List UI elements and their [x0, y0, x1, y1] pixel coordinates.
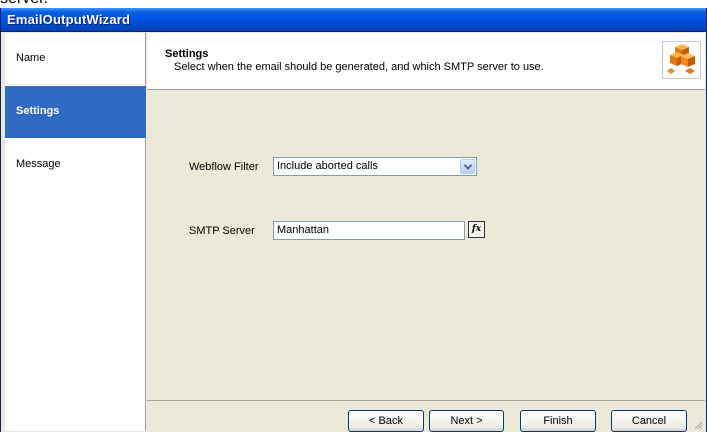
wizard-window: EmailOutputWizard Name Settings Message … — [0, 8, 707, 432]
smtp-server-label: SMTP Server — [189, 225, 255, 237]
boxes-icon — [662, 41, 701, 79]
sidebar-item-label: Name — [16, 52, 46, 64]
wizard-steps-sidebar: Name Settings Message — [5, 33, 146, 431]
clipped-caption-text: server. — [0, 0, 48, 8]
window-title: EmailOutputWizard — [7, 12, 131, 27]
resize-grip-icon[interactable] — [693, 420, 703, 430]
webflow-filter-dropdown[interactable]: Include aborted calls — [273, 157, 477, 176]
page-header: Settings Select when the email should be… — [147, 33, 705, 90]
settings-panel: Webflow Filter Include aborted calls SMT… — [147, 91, 705, 400]
sidebar-item-label: Message — [16, 158, 61, 170]
dropdown-button[interactable] — [460, 159, 475, 174]
next-button[interactable]: Next > — [429, 410, 504, 432]
sidebar-item-message[interactable]: Message — [5, 139, 146, 191]
wizard-footer: < Back Next > Finish Cancel — [147, 400, 705, 432]
webflow-filter-value: Include aborted calls — [277, 160, 378, 172]
title-bar[interactable]: EmailOutputWizard — [1, 8, 706, 32]
sidebar-item-settings[interactable]: Settings — [5, 86, 146, 138]
chevron-down-icon — [464, 164, 472, 170]
smtp-server-value: Manhattan — [277, 224, 329, 236]
fx-function-button[interactable]: fx — [468, 221, 485, 238]
page-title: Settings — [165, 48, 209, 60]
cancel-button[interactable]: Cancel — [611, 410, 687, 432]
sidebar-item-label: Settings — [16, 105, 60, 117]
smtp-server-input[interactable]: Manhattan — [273, 221, 465, 240]
page-subtitle: Select when the email should be generate… — [174, 61, 544, 73]
webflow-filter-label: Webflow Filter — [189, 161, 259, 173]
finish-button[interactable]: Finish — [520, 410, 596, 432]
back-button[interactable]: < Back — [348, 410, 424, 432]
sidebar-item-name[interactable]: Name — [5, 33, 146, 85]
